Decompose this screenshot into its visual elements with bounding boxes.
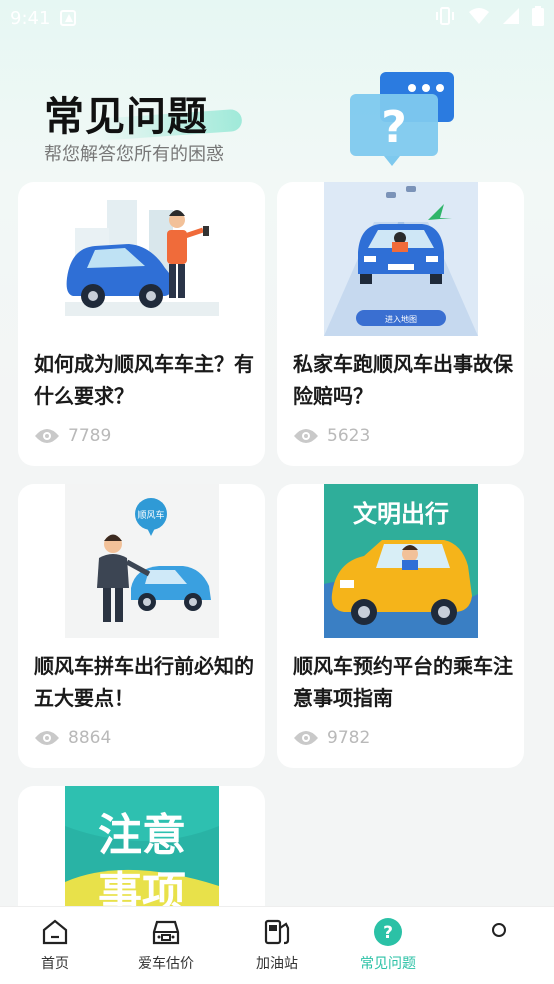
view-count: 9782	[293, 728, 370, 748]
car-value-icon	[111, 917, 221, 947]
svg-text:?: ?	[383, 923, 393, 943]
page-subtitle: 帮您解答您所有的困惑	[44, 144, 224, 165]
card-thumbnail-car-owner	[64, 182, 219, 336]
page-title: 常见问题	[44, 94, 208, 140]
svg-text:?: ?	[381, 102, 407, 153]
nav-item-gas-station[interactable]: 加油站	[222, 917, 332, 973]
eye-icon	[293, 730, 319, 746]
carpool-badge: 顺风车	[137, 509, 164, 521]
card-title: 顺风车拼车出行前必知的五大要点！	[34, 654, 254, 710]
bottom-navigation: 首页 爱车估价 加油站 ? 常见问题	[0, 906, 554, 984]
question-icon: ?	[333, 917, 443, 947]
faq-card[interactable]: 如何成为顺风车车主？有什么要求？ 7789	[18, 182, 265, 466]
question-bubble-illustration: ?	[346, 70, 458, 166]
nav-item-profile[interactable]	[444, 917, 554, 953]
faq-card[interactable]: 注意 事项	[18, 786, 265, 926]
status-bar: 9:41	[0, 0, 554, 36]
faq-card[interactable]: 进入地图 私家车跑顺风车出事故保险赔吗？ 5623	[277, 182, 524, 466]
eye-icon	[34, 730, 60, 746]
card-title: 顺风车预约平台的乘车注意事项指南	[293, 654, 513, 710]
home-icon	[0, 917, 110, 947]
eye-icon	[293, 428, 319, 444]
nav-label: 爱车估价	[138, 956, 194, 972]
vibrate-icon	[434, 6, 456, 30]
card-thumbnail-carpool-tips: 顺风车	[64, 484, 219, 638]
card-title: 如何成为顺风车车主？有什么要求？	[34, 352, 254, 408]
precautions-banner-line1: 注意	[98, 810, 186, 861]
eye-icon	[34, 428, 60, 444]
page-header: 常见问题 帮您解答您所有的困惑 ?	[0, 36, 554, 176]
card-thumbnail-civilized-travel: 文明出行	[323, 484, 478, 638]
wifi-icon	[468, 7, 490, 29]
nav-item-home[interactable]: 首页	[0, 917, 110, 973]
view-count-value: 8864	[68, 728, 112, 748]
view-count-value: 7789	[68, 426, 112, 446]
civilized-travel-banner: 文明出行	[353, 500, 449, 528]
nav-label: 加油站	[256, 956, 298, 972]
card-thumbnail-precautions: 注意 事项	[64, 786, 219, 926]
gas-station-icon	[222, 917, 332, 947]
faq-card[interactable]: 文明出行 顺风车预约平台的乘车注意事项指南 9782	[277, 484, 524, 768]
notification-icon	[60, 10, 77, 26]
signal-icon	[502, 7, 520, 29]
nav-item-faq[interactable]: ? 常见问题	[333, 917, 443, 973]
status-time: 9:41	[10, 7, 51, 29]
faq-card[interactable]: 顺风车 顺风车拼车出行前必知的五大要点！ 8864	[18, 484, 265, 768]
view-count-value: 9782	[327, 728, 371, 748]
battery-icon	[532, 6, 544, 30]
view-count-value: 5623	[327, 426, 371, 446]
view-count: 5623	[293, 426, 370, 446]
view-count: 8864	[34, 728, 111, 748]
profile-icon	[444, 917, 554, 947]
nav-label: 首页	[41, 956, 69, 972]
card-thumbnail-accident-insurance: 进入地图	[323, 182, 478, 336]
view-count: 7789	[34, 426, 111, 446]
card-title: 私家车跑顺风车出事故保险赔吗？	[293, 352, 513, 408]
nav-label: 常见问题	[360, 956, 416, 972]
enter-map-label: 进入地图	[385, 314, 417, 324]
nav-item-car-value[interactable]: 爱车估价	[111, 917, 221, 973]
